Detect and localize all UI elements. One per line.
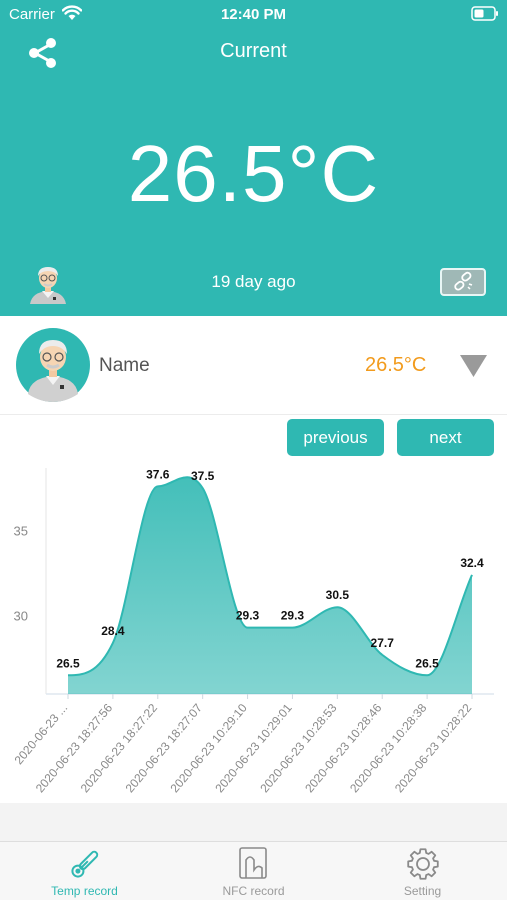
unlink-device-button[interactable] bbox=[440, 268, 486, 296]
y-tick-label: 30 bbox=[14, 609, 28, 624]
profile-avatar bbox=[16, 328, 90, 402]
clock: 12:40 PM bbox=[220, 6, 287, 23]
data-label: 32.4 bbox=[460, 556, 484, 570]
data-label: 26.5 bbox=[56, 656, 80, 670]
x-tick-label: 2020-06-23 10:28:22 bbox=[392, 701, 475, 796]
tab-bar: Temp record NFC record Setting bbox=[0, 841, 507, 900]
data-label: 30.5 bbox=[326, 588, 350, 602]
x-tick-label: 2020-06-23 10:28:53 bbox=[257, 701, 340, 796]
tab-temp-record[interactable]: Temp record bbox=[0, 842, 169, 901]
data-label: 28.4 bbox=[101, 624, 125, 638]
current-temperature: 26.5°C bbox=[127, 129, 380, 218]
data-label: 27.7 bbox=[371, 636, 395, 650]
status-bar: Carrier 12:40 PM bbox=[0, 0, 507, 30]
broken-link-icon bbox=[454, 271, 473, 291]
last-update-time: 19 day ago bbox=[211, 272, 296, 291]
previous-button[interactable]: previous bbox=[287, 419, 384, 456]
gear-icon bbox=[407, 848, 439, 880]
x-tick-label: 2020-06-23 10:28:46 bbox=[302, 701, 385, 796]
tab-label: Temp record bbox=[51, 884, 118, 898]
data-label: 37.5 bbox=[191, 469, 215, 483]
next-button[interactable]: next bbox=[397, 419, 494, 456]
dropdown-triangle-icon[interactable] bbox=[460, 355, 487, 377]
x-tick-label: 2020-06-23 18:27:07 bbox=[123, 701, 206, 796]
tab-nfc-record[interactable]: NFC record bbox=[169, 842, 338, 901]
tab-label: NFC record bbox=[222, 884, 285, 898]
data-label: 29.3 bbox=[281, 609, 305, 623]
x-tick-label: 2020-06-23 10:28:38 bbox=[347, 701, 430, 796]
profile-row[interactable]: Name 26.5°C bbox=[0, 316, 507, 415]
tab-setting[interactable]: Setting bbox=[338, 842, 507, 901]
page-title: Current bbox=[220, 40, 287, 62]
temperature-chart: 30 35 26.5 28.4 37.6 37.5 29.3 29.3 30.5 27.7 26.… bbox=[12, 467, 494, 796]
y-tick-label: 35 bbox=[14, 524, 28, 539]
profile-name: Name bbox=[99, 355, 150, 376]
tab-label: Setting bbox=[403, 884, 442, 898]
x-tick-label: 2020-06-23 10:29:10 bbox=[167, 701, 250, 796]
x-tick-label: 2020-06-23 18:27:56 bbox=[33, 701, 116, 796]
battery-icon bbox=[471, 6, 498, 21]
footer-spacer bbox=[0, 803, 507, 841]
nfc-card-icon bbox=[239, 847, 267, 879]
data-label: 29.3 bbox=[236, 609, 260, 623]
header-panel: Carrier 12:40 PM Current 26.5°C 19 day a… bbox=[0, 0, 507, 316]
profile-temperature: 26.5°C bbox=[365, 354, 427, 376]
x-tick-label: 2020-06-23 18:27:22 bbox=[78, 701, 161, 796]
x-tick-label: 2020-06-23 10:29:01 bbox=[212, 701, 295, 796]
data-label: 26.5 bbox=[415, 656, 439, 670]
data-label: 37.6 bbox=[146, 467, 170, 481]
thermometer-icon bbox=[71, 850, 99, 878]
